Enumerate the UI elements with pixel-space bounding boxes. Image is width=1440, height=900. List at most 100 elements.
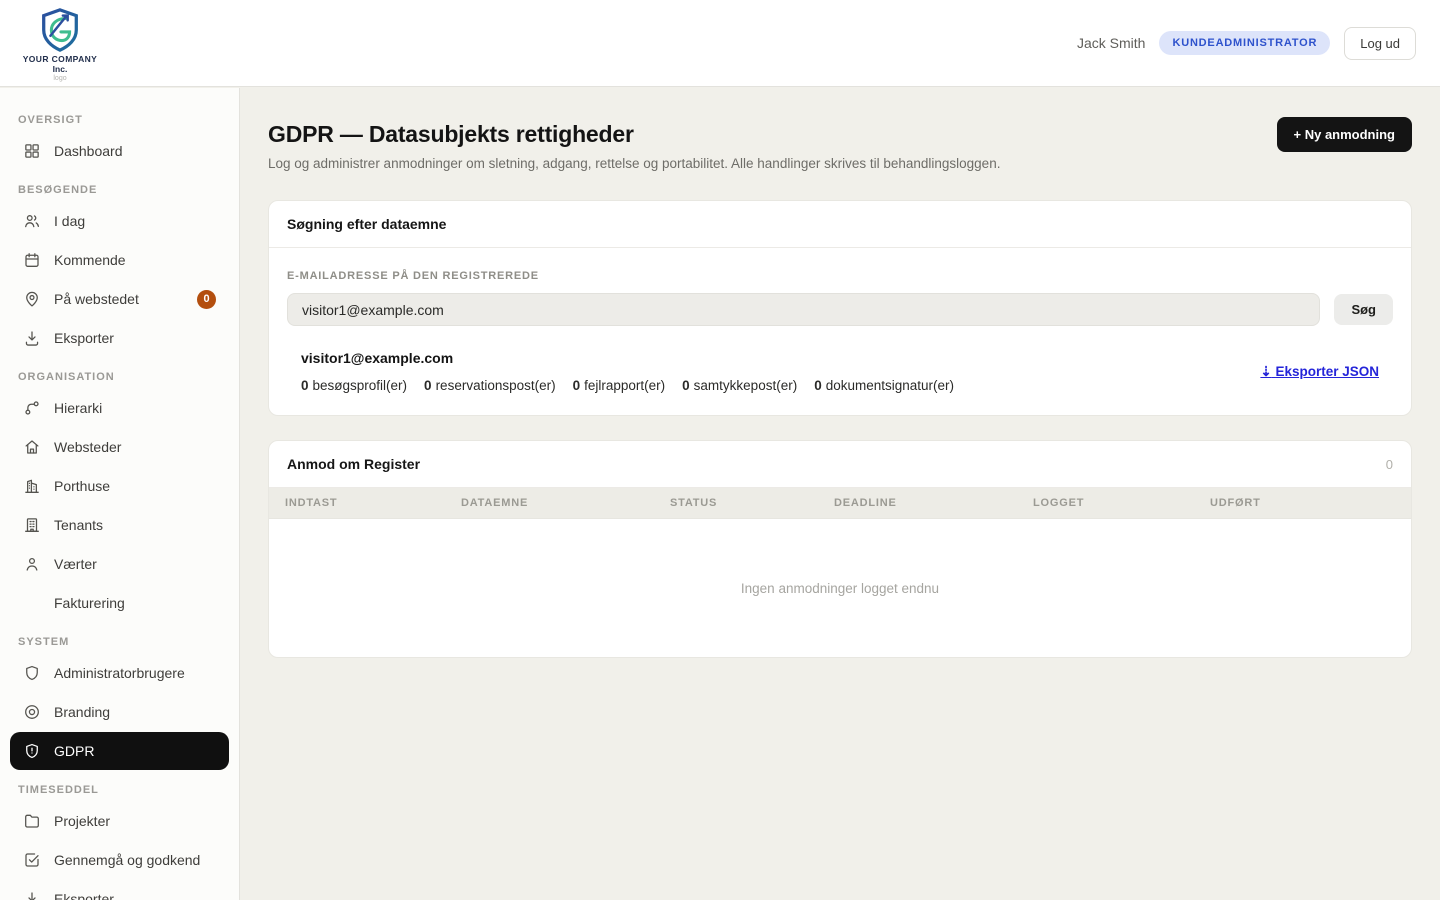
column-logget: LOGGET — [1033, 497, 1210, 509]
main-content: GDPR — Datasubjekts rettigheder Log og a… — [240, 88, 1440, 900]
sidebar-item-eksporter-timeseddel[interactable]: Eksporter — [10, 880, 229, 900]
sidebar-item-label: I dag — [54, 213, 85, 229]
top-header: YOUR COMPANY Inc. logo Jack Smith KUNDEA… — [0, 0, 1440, 87]
sidebar-item-label: Porthuse — [54, 478, 110, 494]
export-json-link[interactable]: ⇣ Eksporter JSON — [1260, 364, 1379, 380]
count-value: 0 — [682, 378, 690, 393]
count-label: dokumentsignatur(er) — [826, 378, 954, 393]
count-label: besøgsprofil(er) — [313, 378, 408, 393]
sidebar: OVERSIGT Dashboard BESØGENDE I dag Komme… — [0, 88, 240, 900]
search-card: Søgning efter dataemne E-MAILADRESSE PÅ … — [268, 200, 1412, 416]
person-icon — [23, 555, 41, 573]
role-badge: KUNDEADMINISTRATOR — [1159, 31, 1330, 55]
office-building-icon — [23, 516, 41, 534]
logout-button[interactable]: Log ud — [1344, 27, 1416, 60]
sidebar-item-label: Værter — [54, 556, 97, 572]
register-count: 0 — [1386, 457, 1393, 472]
sidebar-section-besogende: BESØGENDE — [18, 184, 221, 196]
email-input[interactable] — [287, 293, 1320, 326]
column-deadline: DEADLINE — [834, 497, 1033, 509]
count-dokumentsignatur: 0 dokumentsignatur(er) — [814, 378, 954, 393]
sidebar-item-pa-webstedet[interactable]: På webstedet 0 — [10, 280, 229, 318]
sidebar-item-label: Fakturering — [54, 595, 125, 611]
export-json-label: Eksporter JSON — [1275, 364, 1379, 379]
sidebar-item-projekter[interactable]: Projekter — [10, 802, 229, 840]
new-request-button[interactable]: + Ny anmodning — [1277, 117, 1412, 152]
sidebar-item-gennemga-og-godkend[interactable]: Gennemgå og godkend — [10, 841, 229, 879]
logo-text-line1: YOUR COMPANY — [23, 54, 98, 64]
users-icon — [23, 212, 41, 230]
count-value: 0 — [424, 378, 432, 393]
column-udfort: UDFØRT — [1210, 497, 1395, 509]
sidebar-item-label: Eksporter — [54, 891, 114, 900]
sidebar-item-dashboard[interactable]: Dashboard — [10, 132, 229, 170]
requests-table-empty-state: Ingen anmodninger logget endnu — [269, 519, 1411, 657]
result-counts: 0 besøgsprofil(er) 0 reservationspost(er… — [301, 378, 954, 393]
sidebar-item-kommende[interactable]: Kommende — [10, 241, 229, 279]
sidebar-item-porthuse[interactable]: Porthuse — [10, 467, 229, 505]
column-status: STATUS — [670, 497, 834, 509]
count-value: 0 — [814, 378, 822, 393]
count-label: samtykkepost(er) — [694, 378, 798, 393]
sidebar-item-vaerter[interactable]: Værter — [10, 545, 229, 583]
page-title: GDPR — Datasubjekts rettigheder — [268, 121, 1000, 148]
shield-alert-icon — [23, 742, 41, 760]
sidebar-section-oversigt: OVERSIGT — [18, 114, 221, 126]
sidebar-item-label: Dashboard — [54, 143, 123, 159]
dashboard-grid-icon — [23, 142, 41, 160]
user-name: Jack Smith — [1077, 35, 1145, 51]
sidebar-section-organisation: ORGANISATION — [18, 371, 221, 383]
sidebar-section-system: SYSTEM — [18, 636, 221, 648]
sidebar-item-label: Administratorbrugere — [54, 665, 185, 681]
search-button[interactable]: Søg — [1334, 294, 1393, 325]
sidebar-item-branding[interactable]: Branding — [10, 693, 229, 731]
home-icon — [23, 438, 41, 456]
logo-text-line3: logo — [53, 75, 66, 82]
count-fejlrapport: 0 fejlrapport(er) — [573, 378, 666, 393]
folder-icon — [23, 812, 41, 830]
company-logo-icon — [37, 7, 83, 53]
sidebar-item-label: Projekter — [54, 813, 110, 829]
count-samtykkepost: 0 samtykkepost(er) — [682, 378, 797, 393]
hierarchy-icon — [23, 399, 41, 417]
sidebar-item-hierarki[interactable]: Hierarki — [10, 389, 229, 427]
target-icon — [23, 703, 41, 721]
download-arrow-icon: ⇣ — [1260, 364, 1271, 379]
on-site-count-badge: 0 — [197, 290, 216, 309]
no-icon-spacer — [23, 594, 41, 612]
logo-text-line2: Inc. — [53, 64, 68, 74]
sidebar-item-fakturering[interactable]: Fakturering — [10, 584, 229, 622]
result-email: visitor1@example.com — [301, 350, 954, 366]
sidebar-item-label: På webstedet — [54, 291, 139, 307]
sidebar-section-timeseddel: TIMESEDDEL — [18, 784, 221, 796]
empty-state-text: Ingen anmodninger logget endnu — [741, 581, 939, 596]
sidebar-item-label: Gennemgå og godkend — [54, 852, 200, 868]
requests-table-header: INDTAST DATAEMNE STATUS DEADLINE LOGGET … — [269, 488, 1411, 519]
sidebar-item-websteder[interactable]: Websteder — [10, 428, 229, 466]
download-icon — [23, 329, 41, 347]
map-pin-icon — [23, 290, 41, 308]
page-subtitle: Log og administrer anmodninger om sletni… — [268, 156, 1000, 171]
sidebar-item-gdpr[interactable]: GDPR — [10, 732, 229, 770]
sidebar-item-label: Eksporter — [54, 330, 114, 346]
register-card: Anmod om Register 0 INDTAST DATAEMNE STA… — [268, 440, 1412, 658]
count-reservationspost: 0 reservationspost(er) — [424, 378, 556, 393]
shield-icon — [23, 664, 41, 682]
sidebar-item-label: Websteder — [54, 439, 121, 455]
sidebar-item-label: Hierarki — [54, 400, 102, 416]
sidebar-item-label: Branding — [54, 704, 110, 720]
count-value: 0 — [573, 378, 581, 393]
sidebar-item-label: Tenants — [54, 517, 103, 533]
company-logo: YOUR COMPANY Inc. logo — [20, 7, 100, 82]
email-field-label: E-MAILADRESSE PÅ DEN REGISTREREDE — [287, 270, 1393, 282]
sidebar-item-i-dag[interactable]: I dag — [10, 202, 229, 240]
sidebar-item-administratorbrugere[interactable]: Administratorbrugere — [10, 654, 229, 692]
sidebar-item-tenants[interactable]: Tenants — [10, 506, 229, 544]
count-value: 0 — [301, 378, 309, 393]
register-card-title: Anmod om Register — [287, 456, 420, 472]
sidebar-item-eksporter-besogende[interactable]: Eksporter — [10, 319, 229, 357]
check-square-icon — [23, 851, 41, 869]
sidebar-item-label: Kommende — [54, 252, 126, 268]
download-icon — [23, 890, 41, 900]
column-indtast: INDTAST — [285, 497, 461, 509]
